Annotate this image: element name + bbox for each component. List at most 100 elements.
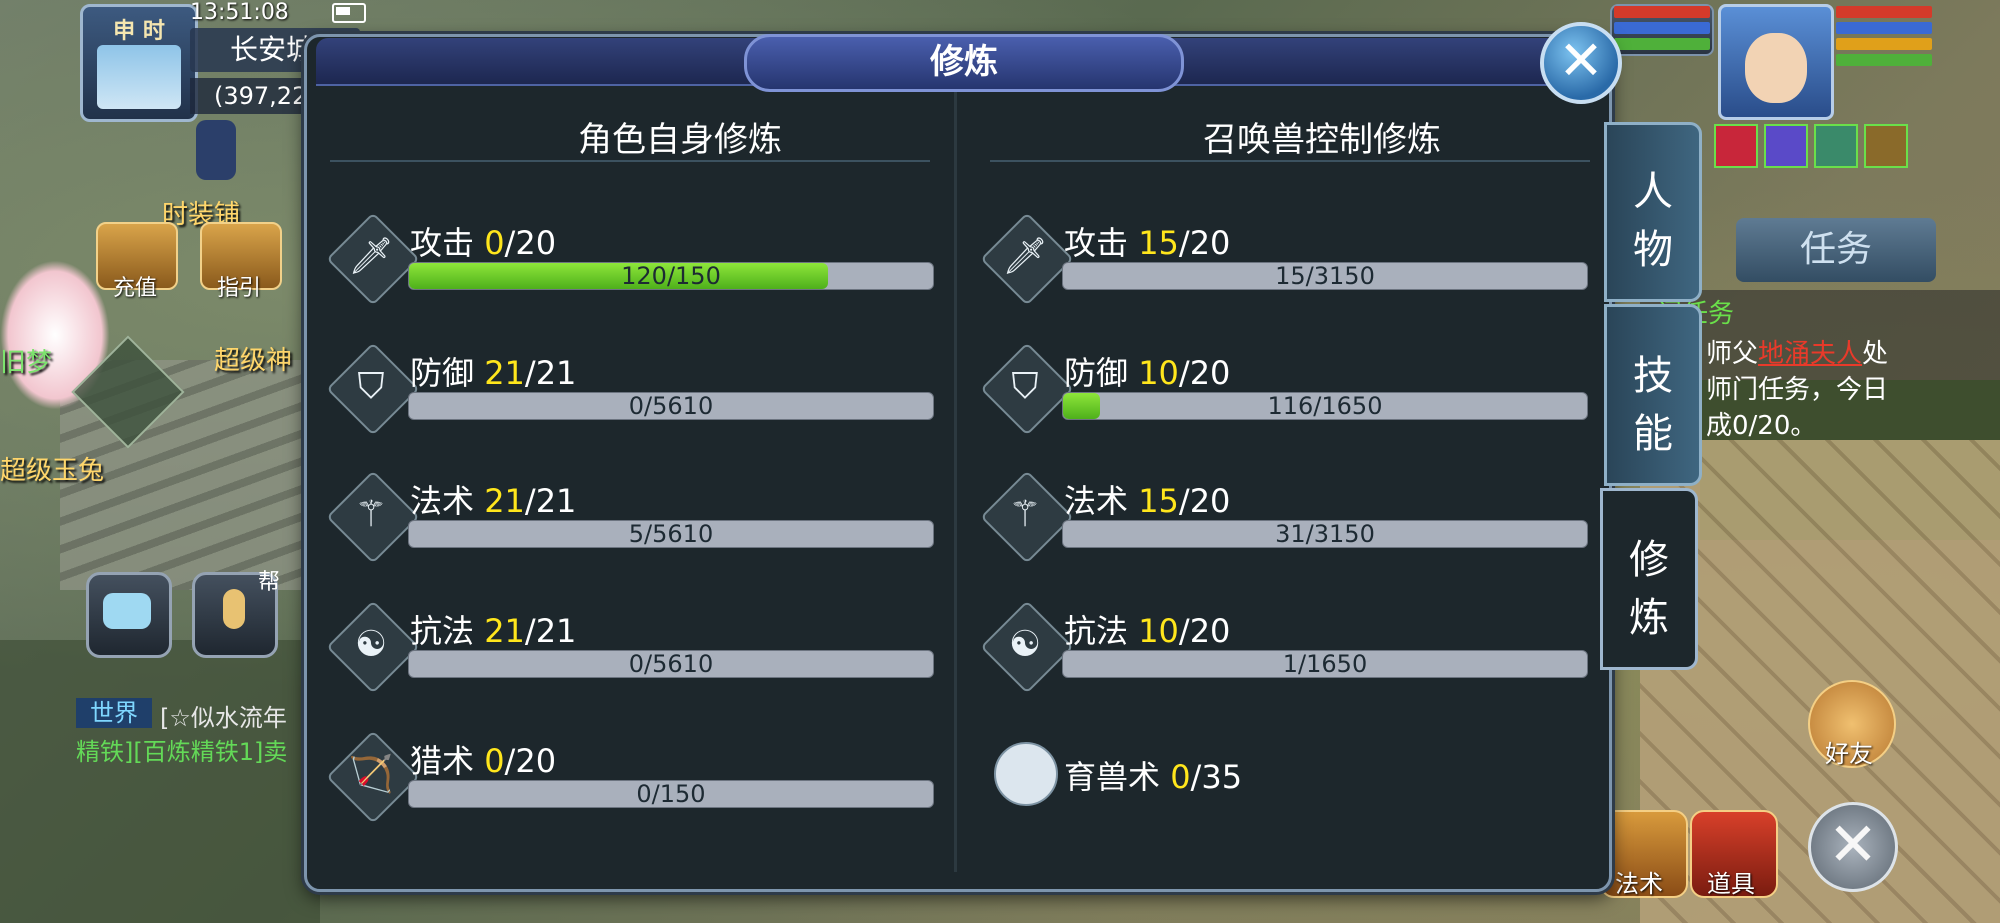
training-progress-bar[interactable]: 1/1650 bbox=[1062, 650, 1588, 678]
buff-scroll-icon[interactable] bbox=[1864, 124, 1908, 168]
npc-rabbit-name[interactable]: 超级玉兔 bbox=[0, 450, 104, 487]
pet-skill-name: 育兽术 bbox=[1064, 758, 1161, 796]
items-label: 道具 bbox=[1707, 870, 1755, 898]
time-of-day-widget[interactable]: 申 时 bbox=[80, 4, 198, 122]
training-progress-bar[interactable]: 0/150 bbox=[408, 780, 934, 808]
training-level: 21 bbox=[484, 354, 525, 392]
tab-skills[interactable]: 技 能 bbox=[1604, 304, 1702, 486]
training-name: 防御 bbox=[1064, 354, 1129, 392]
sword-icon: 🗡 bbox=[348, 236, 394, 277]
pet-skull-icon bbox=[994, 742, 1058, 806]
tab-character-line1: 人 bbox=[1633, 169, 1673, 215]
training-max: /21 bbox=[524, 612, 577, 650]
chat-channel-tag[interactable]: 世界 bbox=[76, 698, 152, 728]
training-level: 21 bbox=[484, 612, 525, 650]
tab-skills-line1: 技 bbox=[1633, 353, 1673, 399]
battery-icon bbox=[332, 3, 366, 23]
training-level: 10 bbox=[1138, 354, 1179, 392]
task-line1: 师父地涌夫人处 bbox=[1706, 336, 1888, 372]
task-npc-link[interactable]: 地涌夫人 bbox=[1758, 339, 1862, 369]
pet-skill-row: 育兽术 0/35 bbox=[1064, 752, 1242, 798]
background-foliage bbox=[0, 640, 320, 923]
progress-text: 0/150 bbox=[636, 780, 706, 808]
player-exp-bar bbox=[1836, 54, 1932, 66]
shield-icon: ⛉ bbox=[357, 366, 385, 407]
tab-character[interactable]: 人 物 bbox=[1604, 122, 1702, 302]
task-tab[interactable]: 任务 bbox=[1736, 218, 1936, 282]
training-progress-bar[interactable]: 116/1650 bbox=[1062, 392, 1588, 420]
panel-close-button[interactable]: ✕ bbox=[1540, 22, 1622, 104]
npc-figure[interactable] bbox=[196, 120, 236, 180]
training-max: /21 bbox=[524, 482, 577, 520]
training-row-name: 法术 15/20 bbox=[1064, 476, 1230, 522]
training-row-name: 防御 10/20 bbox=[1064, 348, 1230, 394]
chat-message-line1[interactable]: [☆似水流年 bbox=[160, 698, 310, 733]
progress-text: 5/5610 bbox=[628, 520, 714, 548]
yin-yang-icon: ☯ bbox=[1008, 624, 1042, 665]
training-progress-bar[interactable]: 5/5610 bbox=[408, 520, 934, 548]
training-progress-bar[interactable]: 15/3150 bbox=[1062, 262, 1588, 290]
training-level: 21 bbox=[484, 482, 525, 520]
column-divider bbox=[954, 92, 957, 872]
buff-gem-icon[interactable] bbox=[1814, 124, 1858, 168]
time-of-day-art bbox=[97, 45, 181, 109]
task-line2: 师门任务，今日 bbox=[1706, 375, 1889, 405]
bow-icon: 🏹 bbox=[348, 754, 394, 795]
pet-exp-bar bbox=[1614, 38, 1710, 50]
chat-button[interactable] bbox=[86, 572, 172, 658]
tab-cultivation-line2: 炼 bbox=[1629, 595, 1669, 641]
clock: 13:51:08 bbox=[190, 0, 289, 25]
training-row-name: 抗法 21/21 bbox=[410, 606, 576, 652]
progress-text: 15/3150 bbox=[1275, 262, 1375, 290]
training-row-name: 防御 21/21 bbox=[410, 348, 576, 394]
player-mp-bar bbox=[1836, 22, 1932, 34]
training-name: 法术 bbox=[1064, 482, 1129, 520]
tab-cultivation[interactable]: 修 炼 bbox=[1600, 488, 1698, 670]
yin-yang-icon: ☯ bbox=[354, 624, 388, 665]
friends-label: 好友 bbox=[1825, 740, 1873, 768]
training-name: 法术 bbox=[410, 482, 475, 520]
staff-icon: ⚚ bbox=[1008, 494, 1042, 535]
buff-heart-icon[interactable] bbox=[1714, 124, 1758, 168]
training-progress-bar[interactable]: 120/150 bbox=[408, 262, 934, 290]
left-title-ornament bbox=[330, 160, 930, 162]
staff-icon: ⚚ bbox=[354, 494, 388, 535]
chat-bubble-icon bbox=[103, 593, 151, 629]
guild-voice-tag: 帮 bbox=[258, 570, 281, 595]
training-progress-bar[interactable]: 31/3150 bbox=[1062, 520, 1588, 548]
chat-message-line2[interactable]: 精铁][百炼精铁1]卖 bbox=[76, 732, 316, 767]
player-anger-bar bbox=[1836, 38, 1932, 50]
npc-super-name[interactable]: 超级神 bbox=[214, 340, 292, 377]
training-name: 攻击 bbox=[1064, 224, 1129, 262]
training-name: 防御 bbox=[410, 354, 475, 392]
tab-character-line2: 物 bbox=[1633, 227, 1673, 273]
training-max: /20 bbox=[1178, 482, 1231, 520]
panel-title: 修炼 bbox=[744, 34, 1184, 92]
microphone-icon bbox=[223, 589, 245, 629]
progress-text: 0/5610 bbox=[628, 392, 714, 420]
training-name: 抗法 bbox=[1064, 612, 1129, 650]
training-row-name: 猎术 0/20 bbox=[410, 736, 556, 782]
menu-close-button[interactable]: ✕ bbox=[1808, 802, 1898, 892]
progress-text: 31/3150 bbox=[1275, 520, 1375, 548]
training-level: 0 bbox=[484, 224, 505, 262]
training-progress-bar[interactable]: 0/5610 bbox=[408, 650, 934, 678]
training-row-name: 抗法 10/20 bbox=[1064, 606, 1230, 652]
training-row-name: 攻击 15/20 bbox=[1064, 218, 1230, 264]
buff-orb-icon[interactable] bbox=[1764, 124, 1808, 168]
training-max: /20 bbox=[1178, 224, 1231, 262]
task-line1-prefix: 师父 bbox=[1706, 339, 1759, 369]
training-name: 猎术 bbox=[410, 742, 475, 780]
pet-mp-bar bbox=[1614, 22, 1710, 34]
player-avatar[interactable] bbox=[1718, 4, 1834, 120]
progress-text: 120/150 bbox=[621, 262, 721, 290]
training-max: /20 bbox=[1178, 354, 1231, 392]
training-row-name: 攻击 0/20 bbox=[410, 218, 556, 264]
progress-text: 1/1650 bbox=[1282, 650, 1368, 678]
left-column-title: 角色自身修炼 bbox=[578, 120, 782, 160]
pet-skill-level: 0 bbox=[1170, 758, 1191, 796]
time-period-label: 申 时 bbox=[113, 19, 165, 44]
training-progress-bar[interactable]: 0/5610 bbox=[408, 392, 934, 420]
shield-icon: ⛉ bbox=[1011, 366, 1039, 407]
training-name: 抗法 bbox=[410, 612, 475, 650]
